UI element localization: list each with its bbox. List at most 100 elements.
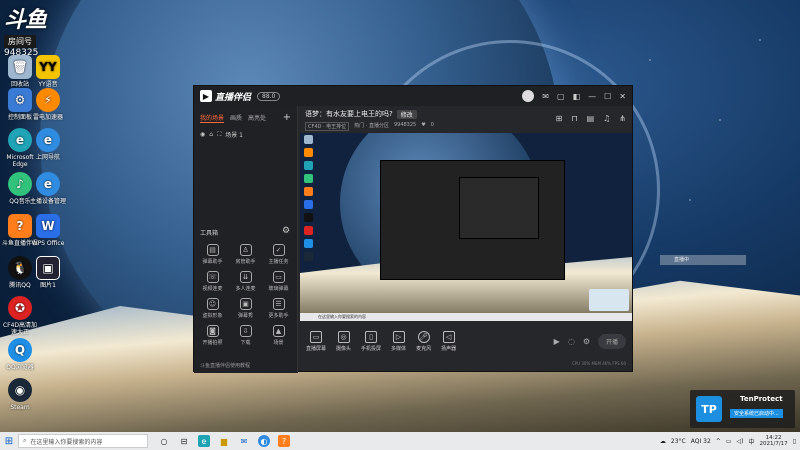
taskbar-clock[interactable]: 14:22 2021/7/17 — [759, 435, 787, 447]
tool-photo[interactable]: ◙ 开播拍照 — [196, 325, 229, 346]
message-icon[interactable]: ✉ — [542, 92, 549, 101]
version-pill[interactable]: 88.0 — [257, 91, 281, 101]
preview-nested-window-inner — [459, 177, 539, 239]
tool-video-link[interactable]: ☏ 视频连麦 — [196, 271, 229, 292]
taskbar-search[interactable]: ⌕ 在这里输入你要搜索的内容 — [18, 434, 148, 448]
multi-link-icon: ⇊ — [239, 271, 252, 283]
tray-chevron-icon[interactable]: ^ — [716, 438, 721, 445]
tenprotect-logo-icon: TP — [696, 396, 722, 422]
start-windows-icon[interactable]: ⊞ — [0, 432, 18, 450]
monitor-icon: ▭ — [310, 330, 322, 343]
desktop-icon-wps[interactable]: W WPS Office — [28, 214, 68, 247]
image-file-icon: ▣ — [36, 256, 60, 280]
desktop-icon-yy[interactable]: YY YY语音 — [28, 55, 68, 88]
network-icon[interactable]: ▭ — [726, 438, 732, 445]
minimize-icon[interactable]: — — [588, 92, 596, 101]
control-label: 直播屏幕 — [306, 345, 327, 352]
tool-label: 主播任务 — [268, 259, 289, 265]
floating-overlay[interactable]: 直播中 — [660, 255, 746, 265]
microphone-button[interactable]: 🎤︎ 麦克风 — [416, 330, 432, 352]
scene-item-label: 场景 1 — [225, 132, 243, 139]
desktop-icon-navigation[interactable]: e 上网导航 — [28, 128, 68, 161]
file-explorer-icon[interactable]: ▆ — [218, 435, 230, 447]
user-avatar[interactable] — [522, 90, 535, 102]
control-label: 麦克风 — [416, 345, 432, 352]
person-icon: ♙ — [239, 244, 252, 256]
scene-frame-icon: ⛶ — [217, 130, 222, 138]
viewer-count: 9948325 — [393, 122, 417, 128]
mail-icon[interactable]: ✉ — [238, 435, 250, 447]
close-icon[interactable]: ✕ — [619, 92, 626, 101]
bell-icon[interactable]: ♫ — [603, 114, 610, 123]
task-view-icon[interactable]: ○ — [158, 435, 170, 447]
tool-multi-link[interactable]: ⇊ 多人连麦 — [229, 271, 262, 292]
add-scene-icon[interactable]: + — [283, 112, 291, 123]
desktop-icon-label: Steam — [10, 404, 30, 411]
screen-icon[interactable]: ▢ — [557, 92, 565, 101]
grid-icon[interactable]: ⊞ — [556, 114, 563, 123]
record-icon[interactable]: ▶ — [554, 337, 560, 346]
lock-icon[interactable]: ⌂ — [209, 131, 213, 138]
room-category[interactable]: CF4D · 电王排位 — [305, 122, 350, 131]
source-controls: ▭ 直播屏幕 ◎ 摄像头 ▯ 手机投屏 ▷ 多媒体 🎤︎ 麦克风 ◁ 扬声器 ▶ ◌ ⚙ 开… — [300, 323, 632, 359]
phone-cast-button[interactable]: ▯ 手机投屏 — [361, 330, 381, 352]
desktop-icon-steam[interactable]: ◉ Steam — [0, 378, 40, 411]
search-placeholder: 在这里输入你要搜索的内容 — [30, 438, 103, 446]
stream-preview[interactable]: 在这里输入你要搜索的内容 — [300, 133, 632, 321]
tool-more[interactable]: ☰ 更多助手 — [262, 298, 295, 319]
scene-item[interactable]: ◉ ⌂ ⛶ 场景 1 — [194, 127, 297, 142]
desktop-icon-label: 上网导航 — [35, 154, 60, 161]
camera-button[interactable]: ◎ 摄像头 — [336, 330, 351, 352]
tutorial-link[interactable]: 斗鱼直播伴侣使用教程 — [200, 362, 250, 369]
gift-icon[interactable]: ◌ — [568, 337, 575, 346]
desktop-icon-accelerator[interactable]: ⚡ 雷电加速器 — [28, 88, 68, 121]
notification-center-icon[interactable]: ▯ — [793, 438, 796, 445]
eye-icon[interactable]: ◉ — [200, 131, 205, 138]
task-icon: ✓ — [272, 244, 285, 256]
tool-glass-danmaku[interactable]: ▭ 玻璃弹幕 — [262, 271, 295, 292]
desktop-icon-device-manager[interactable]: e 主播设备管理 — [28, 172, 68, 205]
toolbox-settings-icon[interactable]: ⚙ — [282, 226, 290, 236]
browser-taskbar-icon[interactable]: ◐ — [258, 435, 270, 447]
task-switch-icon[interactable]: ⊟ — [178, 435, 190, 447]
desktop-icon-qq-browser[interactable]: Q QQ浏览器 — [0, 338, 40, 371]
system-tray: ☁ 23°C AQI 32 ^ ▭ ◁) 中 14:22 2021/7/17 ▯ — [660, 435, 800, 447]
tab-highlight[interactable]: 高亮处 — [248, 113, 266, 122]
desktop-icon-image1[interactable]: ▣ 图片1 — [28, 256, 68, 289]
start-stream-button[interactable]: 开播 — [597, 333, 626, 349]
tool-avatar[interactable]: ☺ 虚拟形象 — [196, 298, 229, 319]
tool-scene[interactable]: ▲ 场景 — [262, 325, 295, 346]
tab-my-scenes[interactable]: 我的场景 — [200, 113, 225, 123]
photo-icon: ◙ — [206, 325, 219, 337]
tab-quality[interactable]: 画质 — [230, 113, 242, 122]
tool-label: 更多助手 — [268, 313, 289, 319]
desktop-icon-cf[interactable]: ✪ CF4D高清加速大正 — [0, 296, 40, 336]
skin-icon[interactable]: ◧ — [573, 92, 581, 101]
speaker-button[interactable]: ◁ 扬声器 — [441, 330, 456, 352]
air-quality[interactable]: AQI 32 — [691, 438, 711, 445]
lock-icon[interactable]: ⊓ — [571, 114, 577, 123]
douyu-taskbar-icon[interactable]: ? — [278, 435, 290, 447]
edit-title-button[interactable]: 修改 — [396, 109, 417, 119]
volume-icon[interactable]: ◁) — [737, 438, 744, 445]
weather-temp[interactable]: 23°C — [671, 438, 686, 445]
tool-danmaku-show[interactable]: ▣ 弹幕秀 — [229, 298, 262, 319]
room-title[interactable]: 语梦：有水友要上电王的吗? — [305, 109, 393, 119]
tool-tasks[interactable]: ✓ 主播任务 — [262, 244, 295, 265]
screen-capture-button[interactable]: ▭ 直播屏幕 — [306, 330, 327, 352]
weather-icon[interactable]: ☁ — [660, 438, 666, 445]
settings-gear-icon[interactable]: ⚙ — [583, 337, 590, 346]
share-icon[interactable]: ⋔ — [619, 114, 626, 123]
maximize-icon[interactable]: ☐ — [604, 92, 611, 101]
tool-download[interactable]: ⇩ 下载 — [229, 325, 262, 346]
tool-room-manager[interactable]: ♙ 房管助手 — [229, 244, 262, 265]
ime-icon[interactable]: 中 — [748, 437, 754, 446]
media-button[interactable]: ▷ 多媒体 — [391, 330, 406, 352]
speaker-icon: ◁ — [442, 330, 455, 343]
tool-danmaku-assistant[interactable]: ▤ 弹幕助手 — [196, 244, 229, 265]
preview-desktop-icons — [302, 135, 322, 261]
tenprotect-notification[interactable]: TP TenProtect 安全系统已启动中... — [690, 390, 795, 428]
layout-icon[interactable]: ▤ — [587, 114, 595, 123]
clock-date: 2021/7/17 — [759, 441, 788, 447]
edge-taskbar-icon[interactable]: e — [198, 435, 210, 447]
